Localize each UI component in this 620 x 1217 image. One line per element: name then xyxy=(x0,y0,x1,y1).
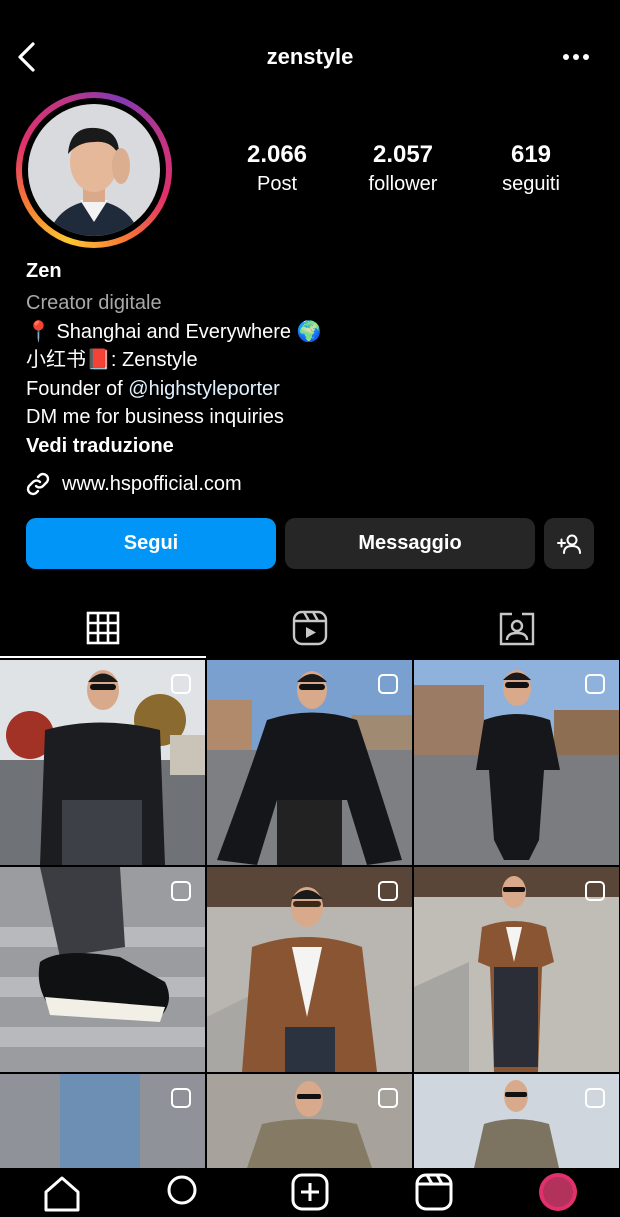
nav-home[interactable] xyxy=(42,1172,82,1212)
multi-image-icon xyxy=(585,881,605,901)
tab-reels[interactable] xyxy=(207,600,413,656)
reels-icon xyxy=(415,1173,453,1211)
multi-image-icon xyxy=(171,674,191,694)
bio-founder-prefix: Founder of xyxy=(26,378,129,400)
tagged-icon xyxy=(499,612,535,646)
stat-followers-label: follower xyxy=(368,173,438,195)
link-icon xyxy=(26,472,50,496)
grid-post[interactable] xyxy=(207,660,412,865)
multi-image-icon xyxy=(171,881,191,901)
tab-tagged[interactable] xyxy=(414,600,620,656)
add-person-icon xyxy=(557,534,581,554)
nav-search[interactable] xyxy=(164,1172,204,1212)
reels-icon xyxy=(292,610,328,646)
multi-image-icon xyxy=(378,674,398,694)
profile-avatar xyxy=(539,1173,577,1211)
stat-following-label: seguiti xyxy=(502,173,560,195)
grid-post[interactable] xyxy=(207,867,412,1072)
bio-xiaohongshu: 小红书📕: Zenstyle xyxy=(26,349,198,371)
home-icon xyxy=(44,1176,80,1212)
message-button[interactable]: Messaggio xyxy=(285,518,535,569)
stat-followers-value: 2.057 xyxy=(372,141,434,168)
profile-avatar[interactable] xyxy=(28,104,160,236)
bio-dm-note: DM me for business inquiries xyxy=(26,406,284,428)
stat-posts[interactable]: 2.066 Post xyxy=(212,140,342,198)
profile-category: Creator digitale xyxy=(26,292,162,314)
stat-following[interactable]: 619 seguiti xyxy=(466,140,596,198)
multi-image-icon xyxy=(378,881,398,901)
grid-icon xyxy=(86,611,120,645)
new-post-icon xyxy=(291,1173,329,1211)
bio-founder: Founder of @highstyleporter xyxy=(26,375,280,404)
website-url: www.hspofficial.com xyxy=(62,472,242,495)
profile-username: zenstyle xyxy=(266,44,354,69)
stat-posts-value: 2.066 xyxy=(246,141,308,168)
grid-post[interactable] xyxy=(0,660,205,865)
stat-followers[interactable]: 2.057 follower xyxy=(338,140,468,198)
stat-following-value: 619 xyxy=(510,141,552,168)
nav-new-post[interactable] xyxy=(290,1172,330,1212)
grid-post[interactable] xyxy=(414,1074,619,1168)
multi-image-icon xyxy=(585,674,605,694)
grid-post[interactable] xyxy=(0,1074,205,1168)
tab-posts-grid[interactable] xyxy=(0,600,206,656)
website-link[interactable]: www.hspofficial.com xyxy=(24,470,242,498)
nav-profile[interactable] xyxy=(538,1172,578,1212)
search-icon xyxy=(167,1175,197,1205)
active-tab-indicator xyxy=(0,656,206,658)
avatar-photo xyxy=(28,104,160,236)
grid-post[interactable] xyxy=(414,660,619,865)
grid-post[interactable] xyxy=(0,867,205,1072)
more-options-button[interactable] xyxy=(556,40,596,74)
stat-posts-label: Post xyxy=(256,173,298,195)
multi-image-icon xyxy=(378,1088,398,1108)
follow-button[interactable]: Segui xyxy=(26,518,276,569)
bio-mention-link[interactable]: @highstyleporter xyxy=(128,378,279,400)
multi-image-icon xyxy=(171,1088,191,1108)
bio-location: 📍 Shanghai and Everywhere 🌍 xyxy=(26,321,322,343)
nav-reels[interactable] xyxy=(414,1172,454,1212)
suggested-accounts-button[interactable] xyxy=(544,518,594,569)
profile-name: Zen xyxy=(26,260,62,282)
more-horizontal-icon xyxy=(563,54,589,60)
grid-post[interactable] xyxy=(414,867,619,1072)
grid-post[interactable] xyxy=(207,1074,412,1168)
multi-image-icon xyxy=(585,1088,605,1108)
see-translation-link[interactable]: Vedi traduzione xyxy=(26,432,174,461)
